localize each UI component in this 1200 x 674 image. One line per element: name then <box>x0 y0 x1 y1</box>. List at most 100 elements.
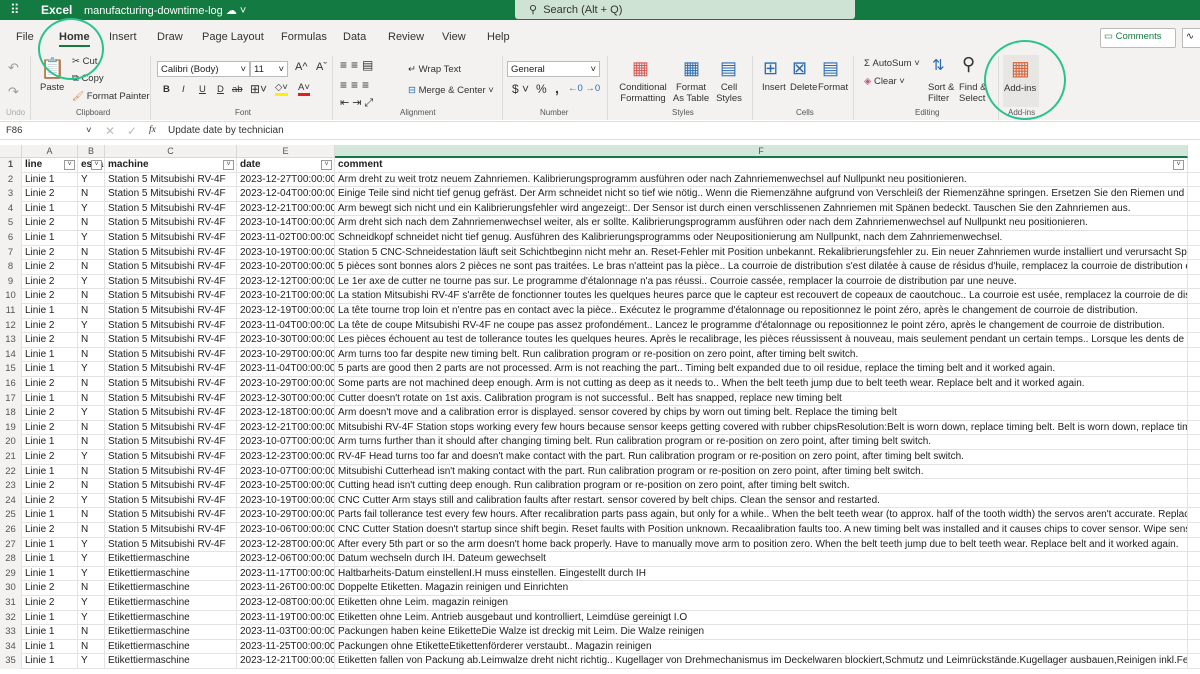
tab-data[interactable]: Data <box>343 31 366 43</box>
cell-machine[interactable]: Station 5 Mitsubishi RV-4F <box>105 493 237 509</box>
cell-line[interactable]: Linie 2 <box>22 581 78 596</box>
cell-escalation[interactable]: N <box>78 435 105 450</box>
clear-button[interactable]: ◈ Clear ˅ <box>864 76 905 87</box>
row-number[interactable]: 11 <box>0 304 22 319</box>
cell-line[interactable]: Linie 1 <box>22 435 78 450</box>
cell-comment[interactable]: Cutting head isn't cutting deep enough. … <box>335 479 1188 494</box>
cell-escalation[interactable]: N <box>78 187 105 202</box>
percent-button[interactable]: % <box>536 82 547 96</box>
comments-button[interactable]: ▭ Comments <box>1100 28 1176 48</box>
cell-line[interactable]: Linie 2 <box>22 216 78 231</box>
cell-machine[interactable]: Station 5 Mitsubishi RV-4F <box>105 318 237 334</box>
cell-line[interactable]: Linie 1 <box>22 610 78 626</box>
cell-escalation[interactable]: N <box>78 420 105 436</box>
cell-escalation[interactable]: Y <box>78 610 105 626</box>
cell-comment[interactable]: RV-4F Head turns too far and doesn't mak… <box>335 450 1188 465</box>
cell-escalation[interactable]: N <box>78 639 105 655</box>
cell-comment[interactable]: Etiketten fallen von Packung ab.Leimwalz… <box>335 654 1188 669</box>
row-number[interactable]: 19 <box>0 420 22 436</box>
cell-machine[interactable]: Station 5 Mitsubishi RV-4F <box>105 391 237 407</box>
row-number[interactable]: 3 <box>0 187 22 202</box>
borders-icon[interactable]: ⊞˅ <box>250 82 267 96</box>
cell-date[interactable]: 2023-10-30T00:00:00 <box>237 333 335 348</box>
cell-line[interactable]: Linie 1 <box>22 391 78 407</box>
cell-machine[interactable]: Etikettiermaschine <box>105 654 237 669</box>
row-number[interactable]: 26 <box>0 523 22 538</box>
formula-input[interactable]: Update date by technician <box>168 125 284 136</box>
cell-comment[interactable]: Datum wechseln durch IH. Dateum gewechse… <box>335 552 1188 567</box>
column-header-b[interactable]: B <box>78 145 105 158</box>
cell-line[interactable]: Linie 2 <box>22 274 78 290</box>
cell-comment[interactable]: Mitsubishi RV-4F Station stops working e… <box>335 420 1188 436</box>
redo-icon[interactable]: ↷ <box>8 84 19 100</box>
cell-escalation[interactable]: N <box>78 289 105 304</box>
cell-machine[interactable]: Station 5 Mitsubishi RV-4F <box>105 479 237 494</box>
undo-icon[interactable]: ↶ <box>8 60 19 76</box>
cell-comment[interactable]: Le 1er axe de cutter ne tourne pas sur. … <box>335 274 1188 290</box>
cell-line[interactable]: Linie 2 <box>22 187 78 202</box>
row-number[interactable]: 21 <box>0 450 22 465</box>
row-number[interactable]: 35 <box>0 654 22 669</box>
cell-comment[interactable]: 5 parts are good then 2 parts are not pr… <box>335 362 1188 377</box>
filter-dropdown-icon[interactable]: ˅ <box>91 160 102 170</box>
column-header-e[interactable]: E <box>237 145 335 158</box>
row-number[interactable]: 29 <box>0 566 22 582</box>
cell-escalation[interactable]: N <box>78 625 105 640</box>
cell-escalation[interactable]: Y <box>78 362 105 377</box>
horizontal-align-icons[interactable]: ≡≡≡ <box>340 78 373 92</box>
cell-machine[interactable]: Station 5 Mitsubishi RV-4F <box>105 245 237 261</box>
cell-escalation[interactable]: N <box>78 391 105 407</box>
cell-date[interactable]: 2023-10-07T00:00:00 <box>237 435 335 450</box>
cell-machine[interactable]: Station 5 Mitsubishi RV-4F <box>105 362 237 377</box>
row-number[interactable]: 31 <box>0 596 22 611</box>
cell-date[interactable]: 2023-12-23T00:00:00 <box>237 450 335 465</box>
format-painter-button[interactable]: 🖌 Format Painter <box>72 91 150 102</box>
cell-machine[interactable]: Station 5 Mitsubishi RV-4F <box>105 216 237 231</box>
cell-line[interactable]: Linie 1 <box>22 201 78 217</box>
filter-dropdown-icon[interactable]: ˅ <box>1173 160 1184 170</box>
cell-date[interactable]: 2023-11-04T00:00:00 <box>237 362 335 377</box>
cell-machine[interactable]: Station 5 Mitsubishi RV-4F <box>105 260 237 275</box>
row-number[interactable]: 5 <box>0 216 22 231</box>
font-size-select[interactable]: 11 ˅ <box>250 61 288 77</box>
cell-line[interactable]: Linie 1 <box>22 464 78 480</box>
cell-date[interactable]: 2023-11-04T00:00:00 <box>237 318 335 334</box>
cell-machine[interactable]: Station 5 Mitsubishi RV-4F <box>105 435 237 450</box>
tab-view[interactable]: View <box>442 31 466 43</box>
cell-line[interactable]: Linie 2 <box>22 450 78 465</box>
filter-dropdown-icon[interactable]: ˅ <box>223 160 234 170</box>
cell-machine[interactable]: Station 5 Mitsubishi RV-4F <box>105 420 237 436</box>
cell-line[interactable]: Linie 1 <box>22 362 78 377</box>
underline-button[interactable]: U <box>199 84 206 95</box>
cell-comment[interactable]: Einige Teile sind nicht tief genug gefrä… <box>335 187 1188 202</box>
cancel-icon[interactable]: ✕ <box>105 124 115 138</box>
select-all-corner[interactable] <box>0 145 22 158</box>
cell-date[interactable]: 2023-11-02T00:00:00 <box>237 231 335 246</box>
column-header-c[interactable]: C <box>105 145 237 158</box>
cell-date[interactable]: 2023-11-03T00:00:00 <box>237 625 335 640</box>
header-cell-machine[interactable]: machine <box>105 158 237 173</box>
currency-button[interactable]: $ ˅ <box>512 82 529 96</box>
enter-icon[interactable]: ✓ <box>127 124 137 138</box>
cell-machine[interactable]: Etikettiermaschine <box>105 625 237 640</box>
row-number[interactable]: 7 <box>0 245 22 261</box>
cell-machine[interactable]: Station 5 Mitsubishi RV-4F <box>105 377 237 392</box>
cell-comment[interactable]: La tête tourne trop loin et n'entre pas … <box>335 304 1188 319</box>
row-number[interactable]: 1 <box>0 158 22 173</box>
cell-styles-button[interactable]: Cell Styles <box>712 82 746 104</box>
row-number[interactable]: 13 <box>0 333 22 348</box>
cell-escalation[interactable]: Y <box>78 274 105 290</box>
cell-line[interactable]: Linie 2 <box>22 260 78 275</box>
cell-date[interactable]: 2023-10-19T00:00:00 <box>237 245 335 261</box>
cell-line[interactable]: Linie 1 <box>22 347 78 363</box>
format-cells-button[interactable]: Format <box>818 82 848 93</box>
autosum-button[interactable]: Σ AutoSum ˅ <box>864 58 920 69</box>
cell-line[interactable]: Linie 2 <box>22 479 78 494</box>
tab-draw[interactable]: Draw <box>157 31 183 43</box>
cell-machine[interactable]: Station 5 Mitsubishi RV-4F <box>105 523 237 538</box>
cell-machine[interactable]: Station 5 Mitsubishi RV-4F <box>105 289 237 304</box>
cell-escalation[interactable]: N <box>78 581 105 596</box>
cell-line[interactable]: Linie 1 <box>22 639 78 655</box>
cell-escalation[interactable]: N <box>78 333 105 348</box>
cell-escalation[interactable]: N <box>78 245 105 261</box>
